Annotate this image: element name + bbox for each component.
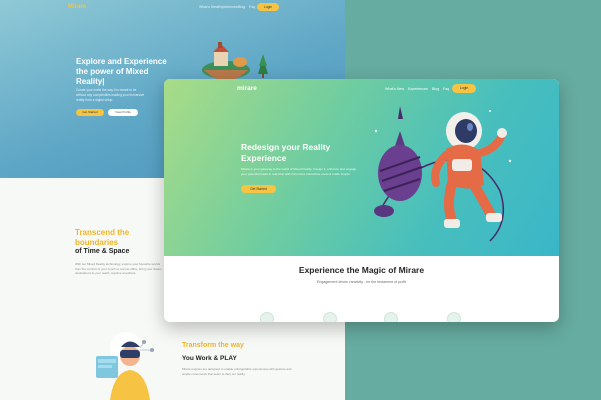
background-nav-experiences[interactable]: Experiences — [218, 5, 238, 9]
section3-description: Mirare engines are designed to enable un… — [182, 367, 292, 376]
section3-subtitle: You Work & PLAY — [182, 355, 237, 362]
feature-icon-4 — [447, 312, 461, 322]
logo[interactable]: mirare — [237, 85, 257, 92]
section3-title: Transform the way — [182, 342, 244, 349]
vr-person-illustration — [96, 332, 154, 400]
section2-title: Transcend the boundaries — [75, 228, 130, 247]
background-hero-title: Explore and Experience the power of Mixe… — [76, 57, 167, 86]
hero-description: Mirare is your gateway to the world of M… — [241, 167, 357, 176]
logo-text: mirare — [237, 85, 257, 92]
feature-icon-3 — [384, 312, 398, 322]
nav-faq[interactable]: Faq — [443, 87, 449, 91]
section-title: Experience the Magic of Mirare — [298, 265, 425, 275]
background-view-profile-button[interactable]: View Profile — [108, 109, 138, 116]
background-login-button[interactable]: Login — [257, 3, 279, 11]
section-subtitle: Engagement drives creativity - be the te… — [316, 280, 407, 284]
nav-whats-new[interactable]: What's New — [385, 87, 404, 91]
floating-island-illustration — [202, 42, 268, 81]
login-button[interactable]: Login — [452, 84, 476, 93]
section2-subtitle: of Time & Space — [75, 248, 130, 255]
website-preview-card: mirare What's New Experiences Blog Faq L… — [164, 79, 559, 322]
nav-blog[interactable]: Blog — [432, 87, 439, 91]
background-nav-faq[interactable]: Faq — [249, 5, 255, 9]
astronaut-illustration — [374, 106, 512, 242]
get-started-button[interactable]: Get Started — [241, 185, 276, 193]
hero-section: mirare What's New Experiences Blog Faq L… — [164, 79, 559, 256]
background-nav-whats-new[interactable]: What's New — [199, 5, 218, 9]
background-logo[interactable]: Mirare — [68, 4, 86, 10]
feature-icon-2 — [323, 312, 337, 322]
feature-icon-1 — [260, 312, 274, 322]
background-get-started-button[interactable]: Get Started — [76, 109, 104, 116]
background-hero-description: Create your world the way it is meant to… — [76, 88, 145, 102]
section2-description: With our Mixed Reality technology, explo… — [75, 262, 162, 276]
hero-title: Redesign your Reality Experience — [241, 142, 331, 163]
nav-experiences[interactable]: Experiences — [408, 87, 428, 91]
background-nav-blog[interactable]: Blog — [238, 5, 245, 9]
